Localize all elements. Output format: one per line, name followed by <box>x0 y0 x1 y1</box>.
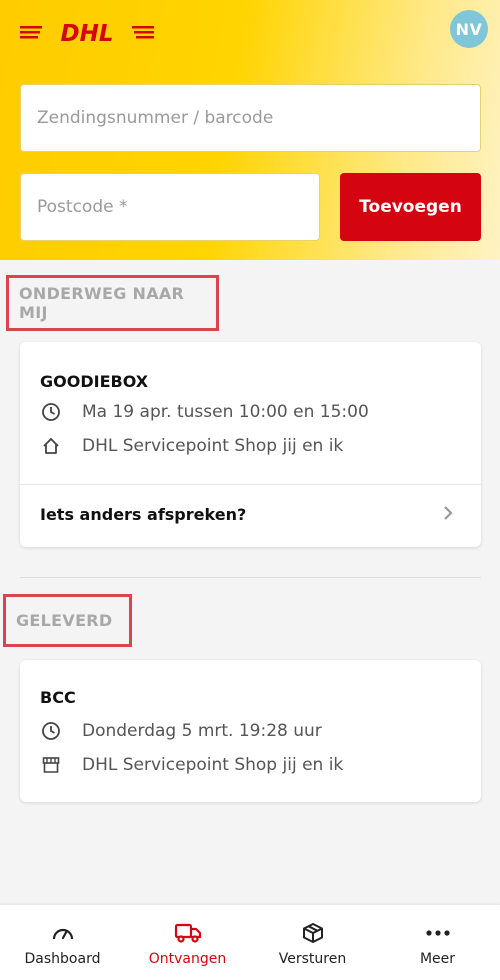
home-icon <box>40 435 62 457</box>
section-title-geleverd: GELEVERD <box>3 594 132 647</box>
shipment-time-row: Donderdag 5 mrt. 19:28 uur <box>40 720 322 742</box>
section-divider <box>20 577 481 578</box>
shipment-location: DHL Servicepoint Shop jij en ik <box>82 755 344 775</box>
shipment-location: DHL Servicepoint Shop jij en ik <box>82 436 344 456</box>
header: DHL NV Zendingsnummer / barcode Postcode… <box>0 0 500 260</box>
section-title-geleverd-label: GELEVERD <box>16 611 113 630</box>
store-icon <box>40 754 62 776</box>
postcode-input[interactable]: Postcode * <box>20 173 320 241</box>
tracking-number-placeholder: Zendingsnummer / barcode <box>37 108 274 128</box>
clock-icon <box>40 720 62 742</box>
bottom-nav: Dashboard Ontvangen Versturen Meer <box>0 905 500 980</box>
card-divider <box>20 484 481 485</box>
chevron-right-icon[interactable] <box>441 502 455 524</box>
nav-item-dashboard[interactable]: Dashboard <box>0 905 125 980</box>
truck-icon <box>174 921 202 945</box>
package-icon <box>299 921 327 945</box>
nav-item-ontvangen[interactable]: Ontvangen <box>125 905 250 980</box>
nav-item-label: Versturen <box>278 951 347 967</box>
nav-item-versturen[interactable]: Versturen <box>250 905 375 980</box>
shipment-card-goodiebox[interactable]: GOODIEBOX Ma 19 apr. tussen 10:00 en 15:… <box>20 342 481 547</box>
shipment-location-row: DHL Servicepoint Shop jij en ik <box>40 754 343 776</box>
nav-item-label: Meer <box>419 951 456 967</box>
nav-item-label: Ontvangen <box>148 951 227 967</box>
clock-icon <box>40 401 62 423</box>
shipment-sender: GOODIEBOX <box>40 372 149 391</box>
shipment-time-row: Ma 19 apr. tussen 10:00 en 15:00 <box>40 401 369 423</box>
reschedule-link[interactable]: Iets anders afspreken? <box>40 505 246 524</box>
gauge-icon <box>49 921 77 945</box>
section-title-onderweg: ONDERWEG NAAR MIJ <box>6 275 219 331</box>
section-title-onderweg-label: ONDERWEG NAAR MIJ <box>19 284 185 322</box>
tracking-number-input[interactable]: Zendingsnummer / barcode <box>20 84 481 152</box>
nav-item-label: Dashboard <box>24 951 101 967</box>
svg-text:DHL: DHL <box>61 21 114 44</box>
dhl-logo: DHL <box>20 21 154 44</box>
shipment-card-bcc[interactable]: BCC Donderdag 5 mrt. 19:28 uur DHL Servi… <box>20 660 481 802</box>
shipment-location-row: DHL Servicepoint Shop jij en ik <box>40 435 343 457</box>
add-button[interactable]: Toevoegen <box>340 173 481 241</box>
avatar[interactable]: NV <box>450 10 488 48</box>
shipment-time: Donderdag 5 mrt. 19:28 uur <box>82 721 322 741</box>
more-dots-icon <box>424 921 452 945</box>
nav-item-meer[interactable]: Meer <box>375 905 500 980</box>
shipment-sender: BCC <box>40 688 76 707</box>
shipment-time: Ma 19 apr. tussen 10:00 en 15:00 <box>82 402 369 422</box>
postcode-placeholder: Postcode * <box>37 197 128 217</box>
